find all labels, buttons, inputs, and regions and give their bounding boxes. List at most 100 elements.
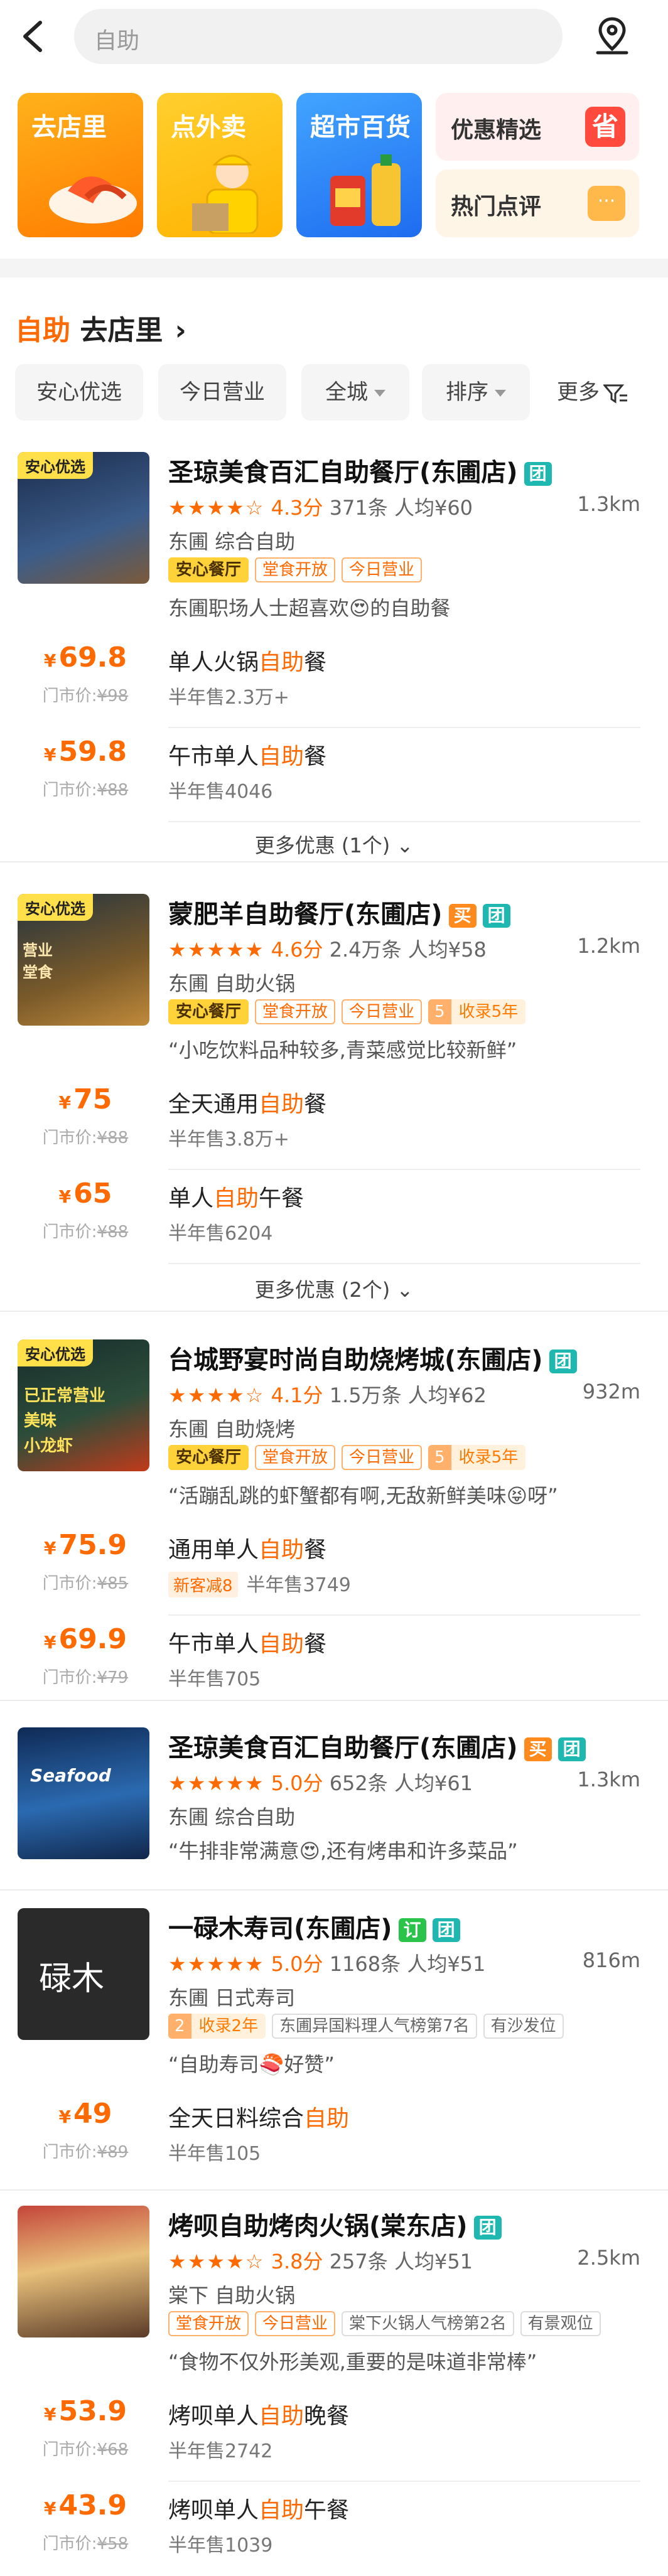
safe-choice-badge: 安心优选 [18,894,93,921]
currency: ¥ [43,2404,57,2425]
filter-sort[interactable]: 排序 [422,364,530,421]
deal-name-post: 餐 [304,744,327,770]
price-value: 69.8 [58,641,127,674]
score: 4.3分 [271,496,323,520]
market-price-value: ¥85 [97,1574,129,1593]
feature-tags: 堂食开放 今日营业 棠下火锅人气榜第2名 有景观位 [168,2311,607,2336]
deal-row[interactable]: ¥75 门市价:¥88 全天通用自助餐 半年售3.8万+ [0,1076,668,1170]
more-deals-label: 更多优惠 (1个) [254,834,391,857]
market-prefix: 门市价: [42,781,97,800]
deal-name: 烤呗单人自助晚餐 [168,2398,349,2430]
shop-name-text: 蒙肥羊自助餐厅(东圃店) [168,900,443,929]
sofa-seat-pill: 有沙发位 [483,2014,564,2039]
location-pin-icon[interactable] [593,15,632,56]
rating-line: ★★★★☆ 4.3分 371条 人均¥60 [168,492,473,521]
deal-sold: 新客减8 半年售3749 [168,1569,351,1597]
back-arrow-icon[interactable] [18,18,49,55]
category-takeout[interactable]: 点外卖 [157,93,283,237]
distance: 816m [582,1948,640,1972]
years-number-pill: 5 [428,1445,451,1470]
shop-card[interactable]: Seafood 圣琼美食百汇自助餐厅(东圃店) 买团 ★★★★★ 5.0分 652… [0,1727,668,1891]
shop-name: 蒙肥羊自助餐厅(东圃店) 买团 [168,894,510,930]
distance: 1.2km [577,934,640,958]
score: 3.8分 [271,2250,323,2273]
filter-citywide[interactable]: 全城 [301,364,409,421]
currency: ¥ [58,1092,72,1113]
shop-thumbnail: 碌木 [18,1908,149,2040]
ranking-pill: 东圃异国料理人气榜第7名 [272,2014,477,2039]
category-dine-in[interactable]: 去店里 [18,93,143,237]
open-today-pill: 今日营业 [255,2311,336,2336]
category-supermarket[interactable]: 超市百货 [296,93,422,237]
market-price: 门市价:¥98 [23,683,148,706]
shop-card[interactable]: 安心优选 圣琼美食百汇自助餐厅(东圃店) 团 ★★★★☆ 4.3分 371条 人均… [0,452,668,857]
chevron-right-icon: › [175,314,186,346]
filter-open-today[interactable]: 今日营业 [158,364,286,421]
review-quote: “牛排非常满意😍,还有烤串和许多菜品” [168,1839,518,1863]
deal-row[interactable]: ¥75.9 门市价:¥85 通用单人自助餐 新客减8 半年售3749 [0,1521,668,1616]
shop-card[interactable]: 安心优选 营业 堂食 蒙肥羊自助餐厅(东圃店) 买团 ★★★★★ 4.6分 2.4… [0,894,668,1302]
area-category: 东圃 自助烧烤 [168,1417,296,1441]
divider [0,1889,668,1891]
shop-name: 圣琼美食百汇自助餐厅(东圃店) 买团 [168,1727,586,1764]
divider [0,861,668,862]
deal-row[interactable]: ¥43.9 门市价:¥58 烤呗单人自助午餐 半年售1039 [0,2482,668,2576]
group-buy-tag: 团 [524,462,552,486]
deal-sold: 半年售2.3万+ [168,687,289,709]
dine-in-pill: 堂食开放 [255,999,336,1024]
dine-in-pill: 堂食开放 [255,1445,336,1470]
section-keyword: 自助 [15,314,70,346]
deal-row[interactable]: ¥69.8 门市价:¥98 单人火锅自助餐 半年售2.3万+ [0,634,668,728]
distance: 1.3km [577,1768,640,1791]
price-value: 49 [73,2098,112,2130]
chevron-down-icon: ⌄ [396,1278,414,1302]
review-count: 2.4万条 [329,938,402,962]
shop-name: 烤呗自助烤肉火锅(棠东店) 团 [168,2206,502,2242]
star-rating-icon: ★★★★☆ [168,1383,265,1407]
section-title-text: 去店里 [80,314,163,346]
filter-more[interactable]: 更多 [542,364,643,421]
deal-name-post: 餐 [304,1631,327,1657]
shop-card[interactable]: 烤呗自助烤肉火锅(棠东店) 团 ★★★★☆ 3.8分 257条 人均¥51 2.5… [0,2206,668,2570]
dine-in-pill: 堂食开放 [168,2311,249,2336]
dropdown-arrow-icon [495,390,506,397]
deal-row[interactable]: ¥49 门市价:¥89 全天日料综合自助 半年售105 [0,2090,668,2184]
price-value: 75 [73,1083,112,1115]
area-category: 东圃 日式寿司 [168,1986,296,2010]
filter-safe-choice[interactable]: 安心优选 [15,364,143,421]
deal-price: ¥49 [23,2098,148,2130]
market-price-value: ¥58 [97,2535,129,2553]
divider [0,2189,668,2191]
thumbnail-caption: Seafood [30,1765,111,1786]
filter-label: 更多 [557,380,600,405]
avg-price: 人均¥62 [407,1383,487,1407]
deal-price: ¥65 [23,1178,148,1210]
deal-row[interactable]: ¥65 门市价:¥88 单人自助午餐 半年售6204 [0,1170,668,1264]
category-deals[interactable]: 优惠精选 省 [436,93,639,161]
deal-row[interactable]: ¥69.9 门市价:¥79 午市单人自助餐 半年售705 [0,1616,668,1710]
currency: ¥ [43,650,57,671]
deal-row[interactable]: ¥59.8 门市价:¥88 午市单人自助餐 半年售4046 [0,728,668,822]
deal-name: 午市单人自助餐 [168,1626,326,1658]
more-deals-button[interactable]: 更多优惠 (1个) ⌄ [0,830,668,859]
shop-card[interactable]: 安心优选 已正常营业 美味 小龙虾 台城野宴时尚自助烧烤城(东圃店) 团 ★★★★… [0,1339,668,1716]
star-rating-icon: ★★★★☆ [168,496,265,520]
feature-tags: 安心餐厅 堂食开放 今日营业 [168,557,428,582]
section-title[interactable]: 自助 去店里 › [15,308,186,348]
buy-tag: 买 [524,1737,552,1761]
deal-name-post: 午餐 [259,1186,304,1211]
review-count: 371条 [329,496,388,520]
shop-name-text: 圣琼美食百汇自助餐厅(东圃店) [168,1734,518,1763]
deal-name: 全天通用自助餐 [168,1086,326,1119]
deal-row[interactable]: ¥53.9 门市价:¥68 烤呗单人自助晚餐 半年售2742 [0,2388,668,2482]
price-value: 53.9 [58,2395,127,2427]
price-value: 65 [73,1178,112,1210]
deal-name-pre: 全天通用 [168,1092,259,1117]
safe-restaurant-pill: 安心餐厅 [168,999,249,1024]
score: 4.6分 [271,938,323,962]
more-deals-button[interactable]: 更多优惠 (2个) ⌄ [0,1274,668,1303]
search-input[interactable]: 自助 [74,9,563,64]
shop-card[interactable]: 碌木 一碌木寿司(东圃店) 订团 ★★★★★ 5.0分 1168条 人均¥51 8… [0,1908,668,2172]
category-reviews[interactable]: 热门点评 ··· [436,169,639,237]
safe-restaurant-pill: 安心餐厅 [168,557,249,582]
